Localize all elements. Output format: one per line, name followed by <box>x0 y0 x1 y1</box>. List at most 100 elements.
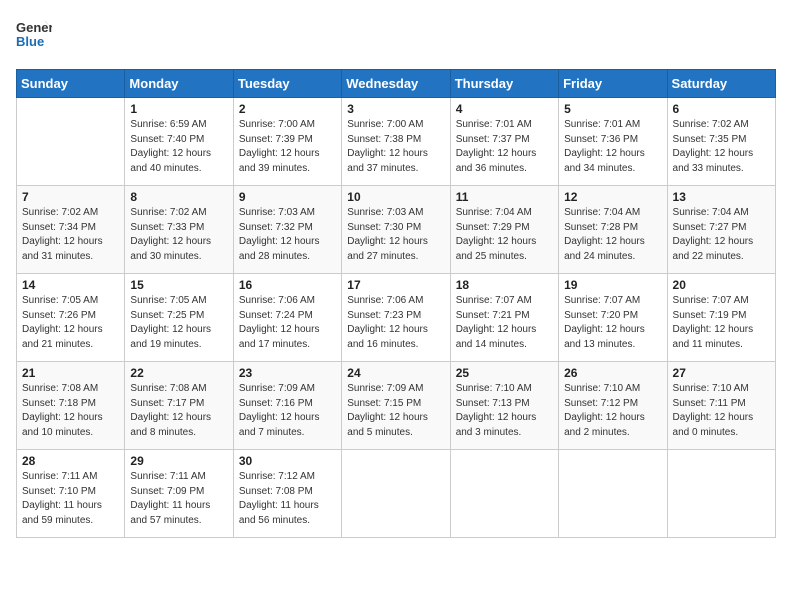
day-info: Sunrise: 7:11 AM Sunset: 7:10 PM Dayligh… <box>22 470 119 528</box>
day-cell: 4 Sunrise: 7:01 AM Sunset: 7:37 PM Daylig… <box>450 98 558 186</box>
day-header-saturday: Saturday <box>667 70 775 98</box>
day-cell: 3Sunrise: 7:00 AM Sunset: 7:38 PM Daylig… <box>342 98 450 186</box>
day-info: Sunrise: 7:10 AM Sunset: 7:12 PM Dayligh… <box>564 382 661 440</box>
day-number: 1 <box>130 102 227 116</box>
day-number: 8 <box>130 190 227 204</box>
day-info: Sunrise: 7:03 AM Sunset: 7:32 PM Dayligh… <box>239 206 336 264</box>
day-header-tuesday: Tuesday <box>233 70 341 98</box>
day-number: 4 <box>456 102 553 116</box>
day-cell <box>342 450 450 538</box>
day-number: 13 <box>673 190 770 204</box>
day-info: Sunrise: 7:09 AM Sunset: 7:16 PM Dayligh… <box>239 382 336 440</box>
day-cell: 2Sunrise: 7:00 AM Sunset: 7:39 PM Daylig… <box>233 98 341 186</box>
day-number: 21 <box>22 366 119 380</box>
day-header-monday: Monday <box>125 70 233 98</box>
week-row-4: 21 Sunrise: 7:08 AM Sunset: 7:18 PM Dayli… <box>17 362 776 450</box>
page-header: General Blue <box>16 16 776 57</box>
day-info: Sunrise: 7:09 AM Sunset: 7:15 PM Dayligh… <box>347 382 444 440</box>
day-number: 24 <box>347 366 444 380</box>
day-cell: 24 Sunrise: 7:09 AM Sunset: 7:15 PM Dayli… <box>342 362 450 450</box>
week-row-2: 7 Sunrise: 7:02 AM Sunset: 7:34 PM Daylig… <box>17 186 776 274</box>
day-number: 30 <box>239 454 336 468</box>
week-row-5: 28 Sunrise: 7:11 AM Sunset: 7:10 PM Dayli… <box>17 450 776 538</box>
day-cell: 15 Sunrise: 7:05 AM Sunset: 7:25 PM Dayli… <box>125 274 233 362</box>
day-info: Sunrise: 7:08 AM Sunset: 7:18 PM Dayligh… <box>22 382 119 440</box>
day-info: Sunrise: 7:01 AM Sunset: 7:36 PM Dayligh… <box>564 118 661 176</box>
day-cell: 30 Sunrise: 7:12 AM Sunset: 7:08 PM Dayli… <box>233 450 341 538</box>
day-cell: 14 Sunrise: 7:05 AM Sunset: 7:26 PM Dayli… <box>17 274 125 362</box>
day-cell: 13 Sunrise: 7:04 AM Sunset: 7:27 PM Dayli… <box>667 186 775 274</box>
day-number: 20 <box>673 278 770 292</box>
week-row-3: 14 Sunrise: 7:05 AM Sunset: 7:26 PM Dayli… <box>17 274 776 362</box>
day-number: 11 <box>456 190 553 204</box>
day-info: Sunrise: 7:10 AM Sunset: 7:13 PM Dayligh… <box>456 382 553 440</box>
day-info: Sunrise: 7:04 AM Sunset: 7:28 PM Dayligh… <box>564 206 661 264</box>
day-cell: 9Sunrise: 7:03 AM Sunset: 7:32 PM Daylig… <box>233 186 341 274</box>
day-number: 14 <box>22 278 119 292</box>
day-number: 2 <box>239 102 336 116</box>
day-cell: 8 Sunrise: 7:02 AM Sunset: 7:33 PM Daylig… <box>125 186 233 274</box>
logo-symbol: General Blue <box>16 16 52 57</box>
day-number: 17 <box>347 278 444 292</box>
day-cell: 26 Sunrise: 7:10 AM Sunset: 7:12 PM Dayli… <box>559 362 667 450</box>
day-info: Sunrise: 7:03 AM Sunset: 7:30 PM Dayligh… <box>347 206 444 264</box>
day-info: Sunrise: 7:06 AM Sunset: 7:24 PM Dayligh… <box>239 294 336 352</box>
day-cell: 17 Sunrise: 7:06 AM Sunset: 7:23 PM Dayli… <box>342 274 450 362</box>
day-number: 22 <box>130 366 227 380</box>
day-info: Sunrise: 7:12 AM Sunset: 7:08 PM Dayligh… <box>239 470 336 528</box>
day-cell: 28 Sunrise: 7:11 AM Sunset: 7:10 PM Dayli… <box>17 450 125 538</box>
day-cell: 22 Sunrise: 7:08 AM Sunset: 7:17 PM Dayli… <box>125 362 233 450</box>
day-cell: 5Sunrise: 7:01 AM Sunset: 7:36 PM Daylig… <box>559 98 667 186</box>
day-number: 26 <box>564 366 661 380</box>
day-cell: 1Sunrise: 6:59 AM Sunset: 7:40 PM Daylig… <box>125 98 233 186</box>
day-info: Sunrise: 7:02 AM Sunset: 7:33 PM Dayligh… <box>130 206 227 264</box>
day-number: 16 <box>239 278 336 292</box>
day-cell: 23 Sunrise: 7:09 AM Sunset: 7:16 PM Dayli… <box>233 362 341 450</box>
day-number: 3 <box>347 102 444 116</box>
day-cell: 18Sunrise: 7:07 AM Sunset: 7:21 PM Dayli… <box>450 274 558 362</box>
day-number: 15 <box>130 278 227 292</box>
day-number: 29 <box>130 454 227 468</box>
day-header-wednesday: Wednesday <box>342 70 450 98</box>
day-cell: 19Sunrise: 7:07 AM Sunset: 7:20 PM Dayli… <box>559 274 667 362</box>
day-info: Sunrise: 7:02 AM Sunset: 7:34 PM Dayligh… <box>22 206 119 264</box>
day-cell: 7 Sunrise: 7:02 AM Sunset: 7:34 PM Daylig… <box>17 186 125 274</box>
day-header-thursday: Thursday <box>450 70 558 98</box>
day-cell: 10 Sunrise: 7:03 AM Sunset: 7:30 PM Dayli… <box>342 186 450 274</box>
day-cell <box>559 450 667 538</box>
svg-text:Blue: Blue <box>16 34 44 49</box>
day-header-friday: Friday <box>559 70 667 98</box>
day-info: Sunrise: 7:04 AM Sunset: 7:27 PM Dayligh… <box>673 206 770 264</box>
day-info: Sunrise: 7:07 AM Sunset: 7:19 PM Dayligh… <box>673 294 770 352</box>
day-info: Sunrise: 7:08 AM Sunset: 7:17 PM Dayligh… <box>130 382 227 440</box>
day-cell: 25 Sunrise: 7:10 AM Sunset: 7:13 PM Dayli… <box>450 362 558 450</box>
day-cell: 16 Sunrise: 7:06 AM Sunset: 7:24 PM Dayli… <box>233 274 341 362</box>
day-cell: 27 Sunrise: 7:10 AM Sunset: 7:11 PM Dayli… <box>667 362 775 450</box>
day-header-row: SundayMondayTuesdayWednesdayThursdayFrid… <box>17 70 776 98</box>
day-info: Sunrise: 7:07 AM Sunset: 7:21 PM Dayligh… <box>456 294 553 352</box>
day-number: 27 <box>673 366 770 380</box>
week-row-1: 1Sunrise: 6:59 AM Sunset: 7:40 PM Daylig… <box>17 98 776 186</box>
day-cell: 20 Sunrise: 7:07 AM Sunset: 7:19 PM Dayli… <box>667 274 775 362</box>
day-number: 6 <box>673 102 770 116</box>
day-cell <box>450 450 558 538</box>
day-number: 28 <box>22 454 119 468</box>
day-info: Sunrise: 7:05 AM Sunset: 7:25 PM Dayligh… <box>130 294 227 352</box>
logo: General Blue <box>16 16 56 57</box>
day-cell <box>667 450 775 538</box>
day-info: Sunrise: 7:05 AM Sunset: 7:26 PM Dayligh… <box>22 294 119 352</box>
day-cell: 6 Sunrise: 7:02 AM Sunset: 7:35 PM Daylig… <box>667 98 775 186</box>
day-cell: 21 Sunrise: 7:08 AM Sunset: 7:18 PM Dayli… <box>17 362 125 450</box>
day-number: 10 <box>347 190 444 204</box>
day-cell: 12Sunrise: 7:04 AM Sunset: 7:28 PM Dayli… <box>559 186 667 274</box>
day-number: 19 <box>564 278 661 292</box>
day-info: Sunrise: 7:06 AM Sunset: 7:23 PM Dayligh… <box>347 294 444 352</box>
day-cell: 29Sunrise: 7:11 AM Sunset: 7:09 PM Dayli… <box>125 450 233 538</box>
day-number: 23 <box>239 366 336 380</box>
day-number: 25 <box>456 366 553 380</box>
day-number: 7 <box>22 190 119 204</box>
day-info: Sunrise: 7:02 AM Sunset: 7:35 PM Dayligh… <box>673 118 770 176</box>
day-info: Sunrise: 7:10 AM Sunset: 7:11 PM Dayligh… <box>673 382 770 440</box>
day-info: Sunrise: 7:04 AM Sunset: 7:29 PM Dayligh… <box>456 206 553 264</box>
day-info: Sunrise: 7:01 AM Sunset: 7:37 PM Dayligh… <box>456 118 553 176</box>
